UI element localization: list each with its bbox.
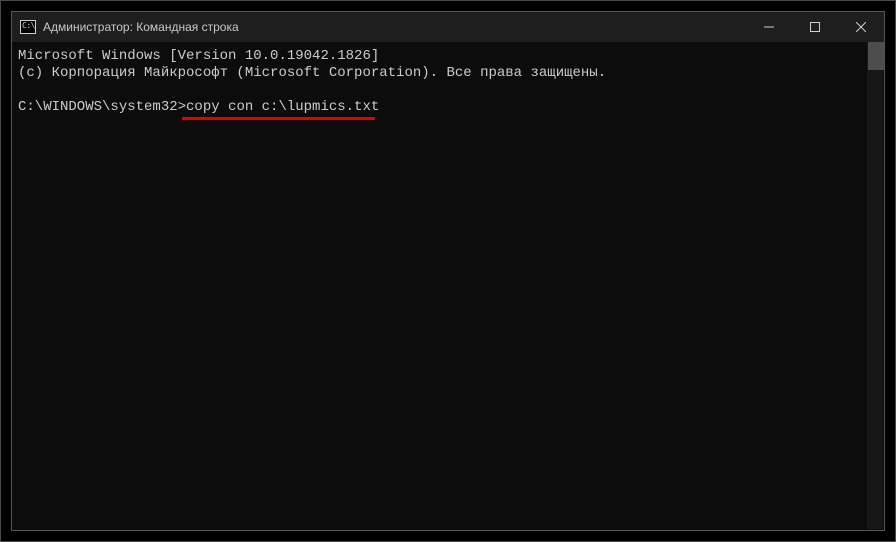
minimize-icon [764, 22, 774, 32]
maximize-button[interactable] [792, 12, 838, 42]
scrollbar-thumb[interactable] [868, 42, 884, 70]
command-text: copy con c:\lupmics.txt [186, 99, 379, 115]
prompt-text: C:\WINDOWS\system32> [18, 99, 186, 115]
cmd-window: C:\ Администратор: Командная строка Micr… [11, 11, 885, 531]
console-area[interactable]: Microsoft Windows [Version 10.0.19042.18… [12, 42, 884, 530]
close-icon [856, 22, 866, 32]
screenshot-frame: C:\ Администратор: Командная строка Micr… [0, 0, 896, 542]
minimize-button[interactable] [746, 12, 792, 42]
app-icon: C:\ [20, 20, 36, 34]
scrollbar-track[interactable] [867, 43, 883, 529]
title-bar[interactable]: C:\ Администратор: Командная строка [12, 12, 884, 42]
window-controls [746, 12, 884, 42]
close-button[interactable] [838, 12, 884, 42]
console-text: Microsoft Windows [Version 10.0.19042.18… [18, 48, 866, 116]
copyright-line: (c) Корпорация Майкрософт (Microsoft Cor… [18, 65, 606, 81]
red-underline-annotation [182, 117, 375, 120]
version-line: Microsoft Windows [Version 10.0.19042.18… [18, 48, 379, 64]
prompt-line: C:\WINDOWS\system32>copy con c:\lupmics.… [18, 99, 379, 115]
window-title: Администратор: Командная строка [43, 20, 746, 34]
maximize-icon [810, 22, 820, 32]
